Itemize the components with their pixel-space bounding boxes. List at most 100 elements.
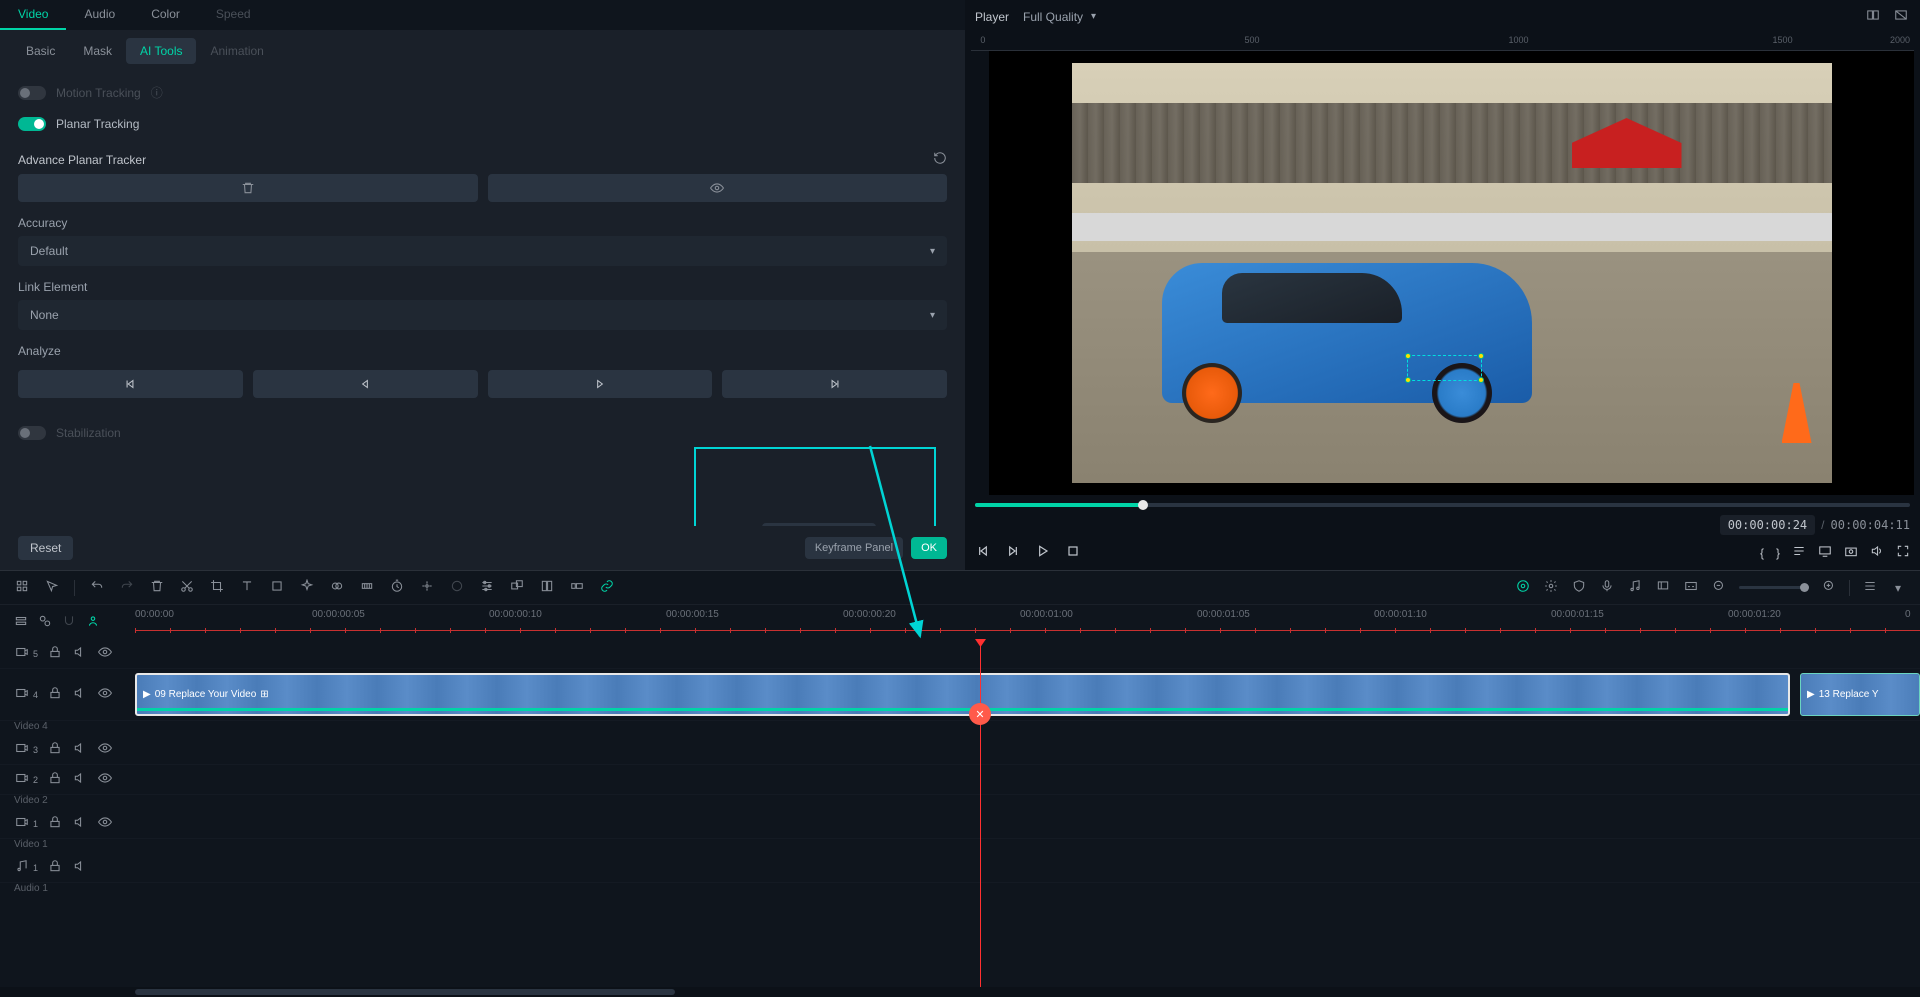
fullscreen-icon[interactable] xyxy=(1896,544,1910,561)
shield-icon[interactable] xyxy=(1571,579,1587,596)
cut-icon[interactable] xyxy=(179,579,195,596)
show-tracker-button[interactable] xyxy=(488,174,948,202)
player-scrubber[interactable] xyxy=(975,503,1910,507)
planar-tracking-toggle[interactable] xyxy=(18,117,46,131)
next-frame-button[interactable] xyxy=(1005,543,1021,562)
scrollbar-thumb[interactable] xyxy=(135,989,675,995)
music-icon[interactable] xyxy=(1627,579,1643,596)
visibility-icon[interactable] xyxy=(97,815,113,832)
mark-in-icon[interactable]: { xyxy=(1760,546,1764,560)
speed-tool-icon[interactable] xyxy=(359,579,375,596)
magnet-icon[interactable] xyxy=(62,614,76,631)
track-body[interactable] xyxy=(135,735,1920,764)
link-element-dropdown[interactable]: None ▾ xyxy=(18,300,947,330)
link-tracks-icon[interactable] xyxy=(38,614,52,631)
playhead[interactable]: ✕ xyxy=(980,639,981,987)
zoom-slider[interactable] xyxy=(1739,586,1809,589)
mute-icon[interactable] xyxy=(72,686,88,703)
visibility-icon[interactable] xyxy=(97,645,113,662)
redo-icon[interactable] xyxy=(119,579,135,596)
timeline-scrollbar[interactable] xyxy=(0,987,1920,997)
caption-icon[interactable] xyxy=(1683,579,1699,596)
tab-video[interactable]: Video xyxy=(0,0,66,30)
motion-tracking-toggle[interactable] xyxy=(18,86,46,100)
lock-icon[interactable] xyxy=(47,686,63,703)
view-list-icon[interactable] xyxy=(1862,579,1878,596)
marker-tool-icon[interactable] xyxy=(1655,579,1671,596)
accuracy-dropdown[interactable]: Default ▾ xyxy=(18,236,947,266)
cut-indicator-icon[interactable]: ✕ xyxy=(969,703,991,725)
crop-icon[interactable] xyxy=(209,579,225,596)
track-body[interactable]: ▶09 Replace Your Video⊞▶13 Replace Y xyxy=(135,669,1920,720)
undo-icon[interactable] xyxy=(89,579,105,596)
mic-icon[interactable] xyxy=(1599,579,1615,596)
timeline-ruler[interactable]: 00:00:0000:00:00:0500:00:00:1000:00:00:1… xyxy=(135,605,1920,639)
ai-icon[interactable] xyxy=(1515,579,1531,596)
track-body[interactable] xyxy=(135,639,1920,668)
mute-icon[interactable] xyxy=(72,815,88,832)
track-backward-all-button[interactable] xyxy=(18,370,243,398)
tab-color[interactable]: Color xyxy=(133,0,198,30)
visibility-icon[interactable] xyxy=(97,741,113,758)
reset-button[interactable]: Reset xyxy=(18,536,73,560)
mute-icon[interactable] xyxy=(72,645,88,662)
snapshot-icon[interactable] xyxy=(1844,544,1858,561)
delete-tracker-button[interactable] xyxy=(18,174,478,202)
reset-section-icon[interactable] xyxy=(933,151,947,168)
group-icon[interactable] xyxy=(509,579,525,596)
subtab-aitools[interactable]: AI Tools xyxy=(126,38,196,64)
track-forward-button[interactable] xyxy=(488,370,713,398)
track-body[interactable] xyxy=(135,853,1920,882)
select-tool-icon[interactable] xyxy=(44,579,60,596)
video-clip[interactable]: ▶13 Replace Y xyxy=(1800,673,1920,716)
visibility-icon[interactable] xyxy=(97,686,113,703)
timer-icon[interactable] xyxy=(389,579,405,596)
planar-track-region[interactable] xyxy=(1407,355,1482,381)
zoom-out-icon[interactable] xyxy=(1711,579,1727,596)
track-next-frame-button[interactable] xyxy=(722,370,947,398)
video-clip[interactable]: ▶09 Replace Your Video⊞ xyxy=(135,673,1790,716)
compound-icon[interactable] xyxy=(539,579,555,596)
lock-icon[interactable] xyxy=(47,645,63,662)
volume-icon[interactable] xyxy=(1870,544,1884,561)
view-options-icon[interactable]: ▾ xyxy=(1890,581,1906,595)
track-backward-button[interactable] xyxy=(253,370,478,398)
track-tool-icon[interactable] xyxy=(419,579,435,596)
add-track-icon[interactable] xyxy=(14,614,28,631)
player-viewport[interactable] xyxy=(989,51,1914,495)
ripple-icon[interactable] xyxy=(569,579,585,596)
effects-icon[interactable] xyxy=(299,579,315,596)
track-body[interactable] xyxy=(135,809,1920,838)
stop-button[interactable] xyxy=(1065,543,1081,562)
adjust-icon[interactable] xyxy=(479,579,495,596)
link-icon[interactable] xyxy=(599,579,615,596)
shape-icon[interactable] xyxy=(269,579,285,596)
ok-button[interactable]: OK xyxy=(911,537,947,559)
monitor-icon[interactable] xyxy=(1818,544,1832,561)
gear-icon[interactable] xyxy=(1543,579,1559,596)
snap-icon[interactable] xyxy=(14,579,30,596)
lock-icon[interactable] xyxy=(47,771,63,788)
auto-reframe-icon[interactable] xyxy=(86,614,100,631)
tab-audio[interactable]: Audio xyxy=(66,0,133,30)
delete-icon[interactable] xyxy=(149,579,165,596)
subtab-mask[interactable]: Mask xyxy=(69,38,126,64)
mute-icon[interactable] xyxy=(72,771,88,788)
lock-icon[interactable] xyxy=(47,859,63,876)
keyframe-panel-button[interactable]: Keyframe Panel xyxy=(805,537,903,559)
lock-icon[interactable] xyxy=(47,815,63,832)
list-icon[interactable] xyxy=(1792,544,1806,561)
mute-icon[interactable] xyxy=(72,741,88,758)
quality-dropdown[interactable]: Full Quality ▾ xyxy=(1023,10,1096,24)
visibility-icon[interactable] xyxy=(97,771,113,788)
play-button[interactable] xyxy=(1035,543,1051,562)
mark-out-icon[interactable]: } xyxy=(1776,546,1780,560)
prev-frame-button[interactable] xyxy=(975,543,991,562)
scrubber-thumb[interactable] xyxy=(1138,500,1148,510)
mute-icon[interactable] xyxy=(72,859,88,876)
compare-icon[interactable] xyxy=(1864,6,1882,27)
lock-icon[interactable] xyxy=(47,741,63,758)
transition-icon[interactable] xyxy=(329,579,345,596)
track-body[interactable] xyxy=(135,765,1920,794)
subtab-basic[interactable]: Basic xyxy=(12,38,69,64)
